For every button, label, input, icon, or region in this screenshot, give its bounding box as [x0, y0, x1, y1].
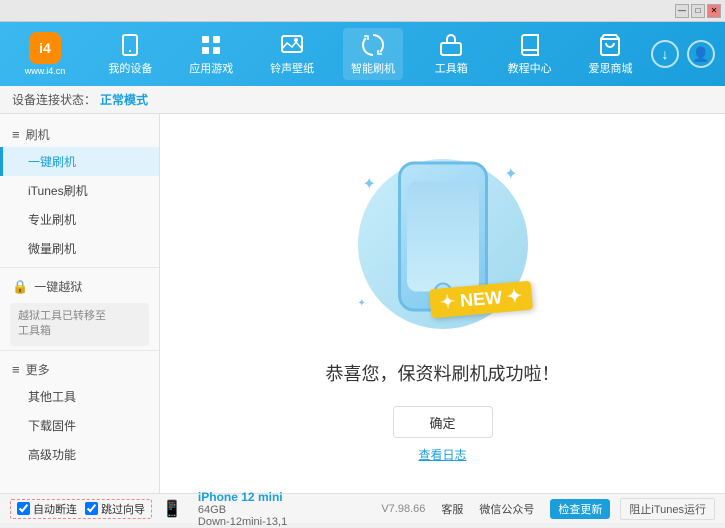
auto-disconnect-input[interactable] [17, 502, 30, 515]
nav-smart-flash-label: 智能刷机 [351, 60, 395, 76]
nav-toolbox-label: 工具箱 [435, 60, 468, 76]
lock-icon: 🔒 [12, 279, 28, 295]
auto-disconnect-label: 自动断连 [33, 501, 77, 517]
skip-wizard-checkbox[interactable]: 跳过向导 [85, 501, 145, 517]
skip-wizard-input[interactable] [85, 502, 98, 515]
apps-icon [198, 32, 224, 58]
logo-icon: i4 [29, 32, 61, 64]
nav-wallpaper[interactable]: 铃声壁纸 [262, 28, 322, 80]
check-update-button[interactable]: 检查更新 [550, 499, 610, 519]
new-badge-star-left: ✦ [440, 291, 457, 312]
sidebar-item-advanced[interactable]: 高级功能 [0, 440, 159, 469]
nav-apps-games[interactable]: 应用游戏 [181, 28, 241, 80]
tutorial-icon [517, 32, 543, 58]
wallpaper-icon [279, 32, 305, 58]
view-log-link[interactable]: 查看日志 [418, 446, 466, 463]
sparkle-bl: ✦ [358, 298, 366, 309]
confirm-button[interactable]: 确定 [393, 406, 493, 438]
nav-toolbox[interactable]: 工具箱 [424, 28, 479, 80]
device-phone-icon: 📱 [162, 499, 182, 519]
bottom-checkboxes: 自动断连 跳过向导 [10, 499, 152, 519]
jailbreak-label: 一键越狱 [34, 278, 82, 295]
new-badge-text: NEW [460, 287, 504, 311]
window-controls: — □ ✕ [675, 4, 721, 18]
nav-store-label: 爱思商城 [588, 60, 632, 76]
close-button[interactable]: ✕ [707, 4, 721, 18]
device-name: iPhone 12 mini [198, 490, 287, 504]
logo-text: i4 [39, 40, 51, 56]
sparkle-tl: ✦ [363, 174, 376, 194]
header: i4 www.i4.cn 我的设备 应用游戏 铃声壁纸 [0, 22, 725, 86]
sidebar-item-other-tools[interactable]: 其他工具 [0, 382, 159, 411]
bottom-bar: 自动断连 跳过向导 📱 iPhone 12 mini 64GB Down-12m… [0, 493, 725, 523]
nav-items: 我的设备 应用游戏 铃声壁纸 智能刷机 工具箱 [90, 28, 651, 80]
nav-device-label: 我的设备 [108, 60, 152, 76]
sparkle-tr: ✦ [504, 164, 517, 184]
sidebar-item-download-firmware[interactable]: 下载固件 [0, 411, 159, 440]
phone-screen [407, 182, 479, 292]
nav-smart-flash[interactable]: 智能刷机 [343, 28, 403, 80]
skip-wizard-label: 跳过向导 [101, 501, 145, 517]
nav-wallpaper-label: 铃声壁纸 [270, 60, 314, 76]
content-area: ✦ ✦ ✦ ✦ NEW ✦ 恭喜您，保资料刷机成功啦！ 确定 查看日志 [160, 114, 725, 493]
store-icon [597, 32, 623, 58]
device-section: 📱 iPhone 12 mini 64GB Down-12mini-13,1 [162, 490, 287, 528]
more-section-title: ≡ 更多 [0, 355, 159, 382]
nav-right-controls: ↓ 👤 [651, 40, 715, 68]
jailbreak-notice: 越狱工具已转移至 工具箱 [10, 303, 149, 346]
maximize-button[interactable]: □ [691, 4, 705, 18]
device-info: iPhone 12 mini 64GB Down-12mini-13,1 [198, 490, 287, 528]
more-label: 更多 [26, 361, 50, 378]
bottom-right: V7.98.66 客服 微信公众号 检查更新 [381, 499, 610, 519]
logo-subtitle: www.i4.cn [25, 66, 66, 76]
flash-section-label: 刷机 [26, 126, 50, 143]
customer-service-link[interactable]: 客服 [441, 501, 463, 517]
user-button[interactable]: 👤 [687, 40, 715, 68]
sidebar-item-one-click-flash[interactable]: 一键刷机 [0, 147, 159, 176]
wechat-public-link[interactable]: 微信公众号 [479, 501, 534, 517]
sidebar-item-pro-flash[interactable]: 专业刷机 [0, 205, 159, 234]
device-os: Down-12mini-13,1 [198, 516, 287, 528]
main-content: ≡ 刷机 一键刷机 iTunes刷机 专业刷机 微量刷机 🔒 一键越狱 越狱工具… [0, 114, 725, 493]
logo-area: i4 www.i4.cn [10, 32, 80, 76]
jailbreak-section-title: 🔒 一键越狱 [0, 272, 159, 299]
device-capacity: 64GB [198, 504, 287, 516]
status-value: 正常模式 [100, 91, 148, 108]
nav-apps-label: 应用游戏 [189, 60, 233, 76]
minimize-button[interactable]: — [675, 4, 689, 18]
nav-tutorial-label: 教程中心 [508, 60, 552, 76]
smart-flash-icon [360, 32, 386, 58]
download-button[interactable]: ↓ [651, 40, 679, 68]
itunes-status[interactable]: 阻止iTunes运行 [620, 498, 715, 520]
title-bar: — □ ✕ [0, 0, 725, 22]
nav-store[interactable]: 爱思商城 [580, 28, 640, 80]
auto-disconnect-checkbox[interactable]: 自动断连 [17, 501, 77, 517]
flash-section-icon: ≡ [12, 127, 20, 142]
status-label: 设备连接状态： [12, 91, 96, 108]
version-label: V7.98.66 [381, 503, 425, 515]
sidebar: ≡ 刷机 一键刷机 iTunes刷机 专业刷机 微量刷机 🔒 一键越狱 越狱工具… [0, 114, 160, 493]
new-badge-star-right: ✦ [506, 285, 523, 306]
more-icon: ≡ [12, 362, 20, 377]
success-text: 恭喜您，保资料刷机成功啦！ [326, 360, 560, 386]
sidebar-divider-1 [0, 267, 159, 268]
toolbox-icon [438, 32, 464, 58]
sidebar-item-itunes-flash[interactable]: iTunes刷机 [0, 176, 159, 205]
status-bar: 设备连接状态： 正常模式 [0, 86, 725, 114]
sidebar-item-wipe-flash[interactable]: 微量刷机 [0, 234, 159, 263]
flash-section-title: ≡ 刷机 [0, 120, 159, 147]
sidebar-divider-2 [0, 350, 159, 351]
nav-tutorial[interactable]: 教程中心 [500, 28, 560, 80]
illustration: ✦ ✦ ✦ ✦ NEW ✦ [343, 144, 543, 344]
nav-my-device[interactable]: 我的设备 [100, 28, 160, 80]
device-icon [117, 32, 143, 58]
